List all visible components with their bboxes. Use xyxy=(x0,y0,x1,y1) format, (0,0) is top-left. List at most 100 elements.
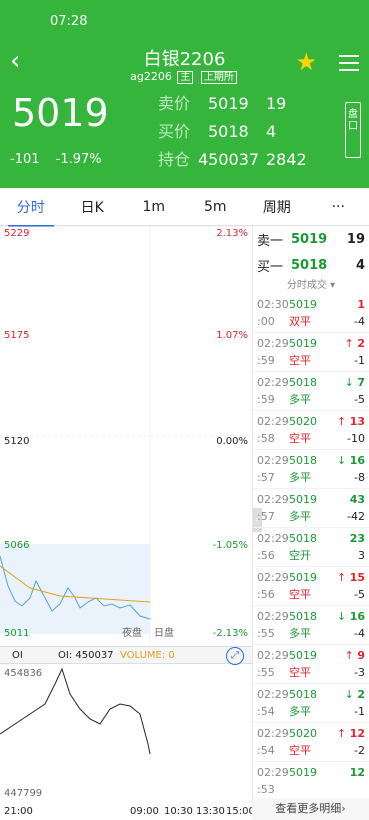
trade-item: 02:29 5018 ↓ 16:57 多平 -8 xyxy=(253,450,369,489)
trade-item: 02:29 5020 ↑ 12:54 空平 -2 xyxy=(253,723,369,762)
trade-direction-icon: ↓ xyxy=(336,454,347,467)
ask-label: 卖价 xyxy=(158,94,191,113)
trade-time: 02:29 xyxy=(257,376,289,389)
trade-action: 空平 xyxy=(289,354,311,367)
exchange-tag: 上期所 xyxy=(200,71,237,84)
oi-label: 持仓 xyxy=(158,150,191,169)
trade-direction-icon: ↑ xyxy=(336,571,347,584)
trade-item: 02:29 5019 ↑ 15:56 空平 -5 xyxy=(253,567,369,606)
pct-tick: 1.07% xyxy=(216,330,248,341)
trade-seconds: :56 xyxy=(257,588,275,601)
trade-time: 02:29 xyxy=(257,571,289,584)
trade-time: 02:29 xyxy=(257,649,289,662)
trade-price: 5019 xyxy=(289,493,317,506)
trade-item: 02:29 5019 43:57 多平 -42 xyxy=(253,489,369,528)
trade-seconds: :59 xyxy=(257,354,275,367)
trade-price: 5019 xyxy=(289,298,317,311)
trade-price: 5018 xyxy=(289,454,317,467)
trade-volume: 16 xyxy=(349,454,365,467)
trade-price: 5019 xyxy=(289,337,317,350)
trade-action: 多平 xyxy=(289,705,311,718)
trade-item: 02:30 5019 1:00 双平 -4 xyxy=(253,294,369,333)
quote-panel: 5019 -101 -1.97% 卖价 5019 19 买价 5018 4 持仓 4500… xyxy=(0,88,369,188)
trade-oi-change: -5 xyxy=(354,393,365,406)
trade-volume: 12 xyxy=(349,766,365,779)
intraday-chart[interactable]: 5229 5175 5120 5066 5011 2.13% 1.07% 0.0… xyxy=(0,225,262,646)
oi-chart[interactable]: 454836 447799 xyxy=(0,664,252,804)
trade-item: 02:29 5019 ↑ 9:55 空平 -3 xyxy=(253,645,369,684)
trade-price: 5019 xyxy=(289,766,317,779)
time-axis: 21:00 09:00 10:30 13:30 15:00 xyxy=(0,804,255,820)
oi-readout: OI: 450037 xyxy=(58,650,114,661)
oi-canvas xyxy=(0,667,151,755)
main-tag: 主 xyxy=(177,71,194,84)
trade-seconds: :53 xyxy=(257,783,275,796)
trade-oi-change: -5 xyxy=(354,588,365,601)
tab-1m[interactable]: 1m xyxy=(123,199,185,215)
trade-oi-change: -4 xyxy=(354,627,365,640)
trade-volume: 1 xyxy=(357,298,365,311)
more-tabs-icon[interactable]: ··· xyxy=(308,199,369,215)
status-bar: 07:28 0.53 KB/S ▂▄▆ 69 xyxy=(0,0,369,820)
trade-volume: 43 xyxy=(349,493,365,506)
ask-row: 卖价 5019 19 xyxy=(158,90,286,114)
trade-action: 空平 xyxy=(289,432,311,445)
trade-volume: 13 xyxy=(349,415,365,428)
trade-seconds: :55 xyxy=(257,666,275,679)
bid1-price: 5018 xyxy=(291,257,328,273)
trade-time: 02:29 xyxy=(257,454,289,467)
ticks-header-label: 分时成交 xyxy=(286,280,327,291)
tab-intraday[interactable]: 分时 xyxy=(0,197,62,227)
trade-item: 02:29 5019 12 :53 xyxy=(253,762,369,801)
trade-direction-icon: ↓ xyxy=(336,610,347,623)
tab-daily[interactable]: 日K xyxy=(62,197,124,217)
oi-value: 450037 xyxy=(198,150,260,169)
trade-price: 5018 xyxy=(289,610,317,623)
oi-line xyxy=(0,667,151,755)
menu-icon[interactable] xyxy=(339,50,359,76)
tab-period[interactable]: 周期 xyxy=(246,197,308,217)
trade-price: 5018 xyxy=(289,532,317,545)
change-value: -101 xyxy=(10,152,40,167)
trade-seconds: :00 xyxy=(257,315,275,328)
trade-price: 5020 xyxy=(289,727,317,740)
trade-oi-change: -8 xyxy=(354,471,365,484)
trade-action: 空平 xyxy=(289,666,311,679)
ask1-row: 卖一 5019 19 xyxy=(253,226,369,252)
fullscreen-icon[interactable]: ⤢ xyxy=(226,647,244,665)
oi-bar: OI OI: 450037 VOLUME: 0 ⤢ xyxy=(0,646,252,665)
price-change: -101 -1.97% xyxy=(10,152,114,167)
oi-selector[interactable]: OI xyxy=(12,650,23,661)
trade-oi-change: 3 xyxy=(358,549,365,562)
orderbook-toggle-button[interactable]: 盘口 xyxy=(345,102,361,158)
trade-time: 02:29 xyxy=(257,766,289,779)
trade-oi-change: -3 xyxy=(354,666,365,679)
price-tick: 5120 xyxy=(4,436,30,447)
bid1-volume: 4 xyxy=(355,257,365,273)
trade-seconds: :55 xyxy=(257,627,275,640)
time-tick: 13:30 xyxy=(196,806,225,817)
trade-action: 空平 xyxy=(289,588,311,601)
tab-5m[interactable]: 5m xyxy=(185,199,247,215)
bid-volume: 4 xyxy=(266,122,277,141)
more-details-link[interactable]: 查看更多明细› xyxy=(252,798,369,820)
ticks-header[interactable]: 分时成交 ▾ xyxy=(253,278,369,294)
trade-action: 多平 xyxy=(289,510,311,523)
trade-direction-icon: ↑ xyxy=(336,727,347,740)
trade-item: 02:29 5018 ↓ 7:59 多平 -5 xyxy=(253,372,369,411)
star-icon[interactable]: ★ xyxy=(295,48,317,76)
trade-action xyxy=(287,781,365,798)
pct-tick: -2.13% xyxy=(212,628,248,639)
price-tick: 5011 xyxy=(4,628,30,639)
header: ‹ 白银2206 ag2206 主 上期所 ★ xyxy=(0,42,369,88)
trade-price: 5019 xyxy=(289,649,317,662)
trade-price: 5020 xyxy=(289,415,317,428)
last-price: 5019 xyxy=(12,91,109,135)
trade-time: 02:29 xyxy=(257,415,289,428)
trade-volume: 23 xyxy=(349,532,365,545)
price-tick: 5175 xyxy=(4,330,30,341)
status-time: 07:28 xyxy=(50,13,88,29)
trade-volume: 2 xyxy=(357,688,365,701)
trade-direction-icon: ↑ xyxy=(344,337,354,350)
bid-label: 买价 xyxy=(158,122,191,141)
